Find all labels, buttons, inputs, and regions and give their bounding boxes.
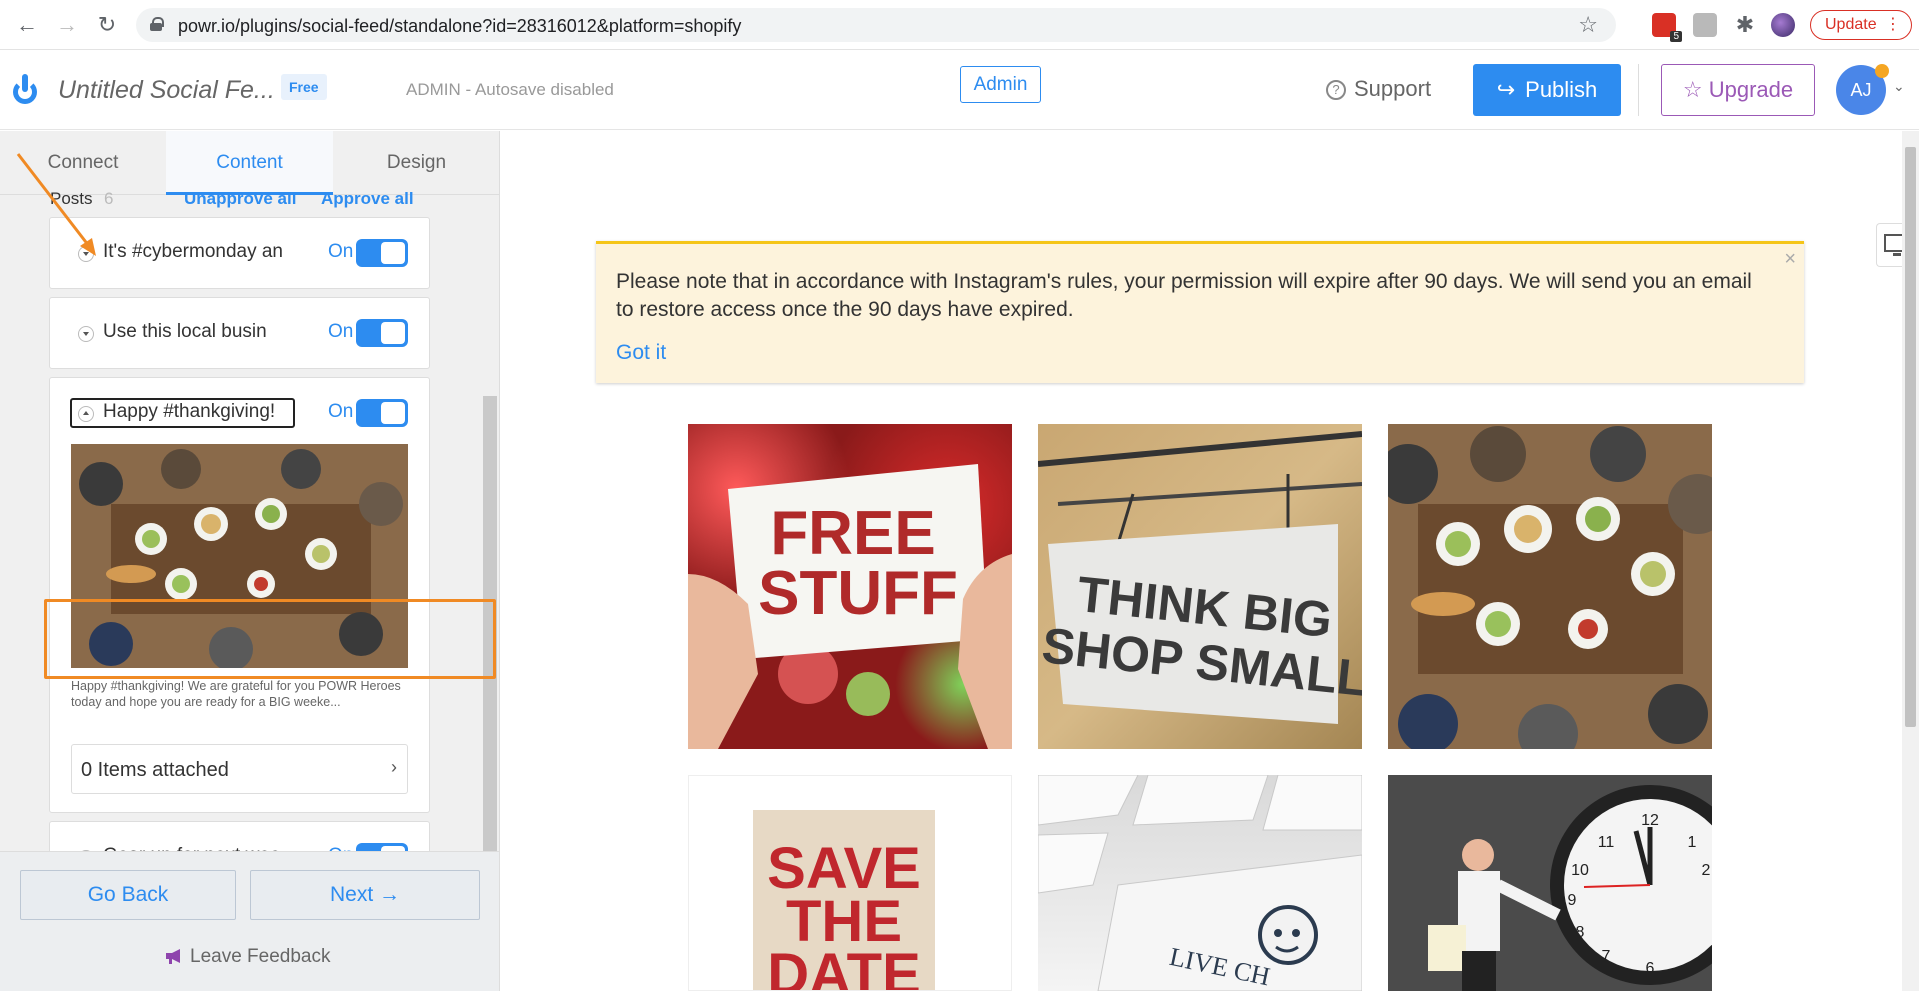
feed-post-tile[interactable]: FREE STUFF bbox=[688, 424, 1012, 749]
back-arrow-icon[interactable]: ← bbox=[14, 12, 40, 38]
chevron-up-icon[interactable] bbox=[78, 406, 94, 422]
url-text[interactable]: powr.io/plugins/social-feed/standalone?i… bbox=[178, 16, 741, 37]
tab-design[interactable]: Design bbox=[333, 131, 499, 195]
instagram-notice: Please note that in accordance with Inst… bbox=[596, 241, 1804, 383]
tile-text: DATE bbox=[767, 942, 921, 991]
support-button[interactable]: ? Support bbox=[1326, 76, 1431, 102]
lock-icon bbox=[150, 17, 164, 31]
extension-icon[interactable]: 5 bbox=[1652, 13, 1682, 42]
bookmark-star-icon[interactable]: ☆ bbox=[1578, 12, 1598, 38]
feed-post-tile[interactable]: 12 11 10 9 8 7 6 1 2 bbox=[1388, 775, 1712, 991]
svg-text:10: 10 bbox=[1571, 862, 1589, 879]
app-header: Untitled Social Fe... Free ADMIN - Autos… bbox=[0, 50, 1919, 130]
post-title: It's #cybermonday an bbox=[103, 241, 283, 262]
feed-post-tile[interactable]: THINK BIG SHOP SMALL bbox=[1038, 424, 1362, 749]
post-item: It's #cybermonday an On bbox=[49, 217, 430, 289]
extension-icon[interactable] bbox=[1693, 13, 1717, 37]
post-item: Use this local busin On bbox=[49, 297, 430, 369]
post-header[interactable]: Use this local busin On bbox=[70, 318, 415, 348]
publish-label: Publish bbox=[1525, 77, 1598, 102]
star-icon: ☆ bbox=[1682, 77, 1709, 102]
close-icon[interactable]: × bbox=[1784, 248, 1796, 271]
puzzle-icon[interactable]: ✱ bbox=[1733, 13, 1757, 37]
address-bar[interactable]: powr.io/plugins/social-feed/standalone?i… bbox=[136, 8, 1616, 42]
annotation-highlight-box bbox=[44, 599, 496, 679]
chevron-right-icon: › bbox=[391, 757, 397, 777]
approve-toggle[interactable] bbox=[356, 319, 408, 347]
svg-text:1: 1 bbox=[1688, 834, 1697, 851]
powr-logo-icon[interactable] bbox=[13, 74, 37, 104]
items-attached-row[interactable]: 0 Items attached › bbox=[71, 744, 408, 794]
share-arrow-icon: ↪ bbox=[1496, 77, 1516, 102]
leave-feedback-link[interactable]: Leave Feedback bbox=[164, 946, 331, 968]
got-it-link[interactable]: Got it bbox=[616, 341, 666, 365]
svg-text:2: 2 bbox=[1702, 862, 1711, 879]
posts-count: 6 bbox=[104, 189, 114, 208]
tab-content[interactable]: Content bbox=[166, 131, 333, 195]
svg-text:11: 11 bbox=[1598, 834, 1615, 851]
feed-post-tile[interactable]: SAVE THE DATE bbox=[688, 775, 1012, 991]
upgrade-label: Upgrade bbox=[1708, 77, 1794, 102]
svg-text:6: 6 bbox=[1646, 960, 1655, 977]
approve-all-link[interactable]: Approve all bbox=[321, 189, 414, 209]
next-button[interactable]: Next → bbox=[250, 870, 480, 920]
post-title: Use this local busin bbox=[103, 321, 267, 342]
profile-icon[interactable] bbox=[1771, 13, 1795, 37]
approve-toggle[interactable] bbox=[356, 399, 408, 427]
tile-text: FREE bbox=[770, 499, 935, 568]
annotation-arrow-icon bbox=[16, 153, 96, 256]
update-label: Update bbox=[1825, 16, 1877, 33]
megaphone-icon bbox=[166, 949, 180, 964]
editor-sidebar: Connect Content Design Posts 6 Unapprove… bbox=[0, 131, 500, 991]
post-header[interactable]: It's #cybermonday an On bbox=[70, 238, 415, 268]
sidebar-footer: Go Back Next → Leave Feedback bbox=[0, 851, 499, 991]
tile-text: STUFF bbox=[758, 559, 958, 628]
forward-arrow-icon[interactable]: → bbox=[54, 12, 80, 38]
feedback-label: Leave Feedback bbox=[190, 946, 331, 967]
unapprove-all-link[interactable]: Unapprove all bbox=[184, 189, 296, 209]
posts-header: Posts 6 Unapprove all Approve all bbox=[50, 189, 450, 211]
update-button[interactable]: Update ⋮ bbox=[1810, 10, 1912, 40]
svg-text:8: 8 bbox=[1576, 924, 1585, 941]
upgrade-button[interactable]: ☆ Upgrade bbox=[1661, 64, 1815, 116]
svg-text:12: 12 bbox=[1641, 812, 1659, 829]
divider bbox=[1638, 64, 1639, 116]
reload-icon[interactable]: ↻ bbox=[94, 12, 120, 38]
post-item-expanded: Happy #thankgiving! On Happy #thankgivin… bbox=[49, 377, 430, 813]
chevron-down-icon[interactable]: ⌄ bbox=[1893, 78, 1905, 95]
post-description: Happy #thankgiving! We are grateful for … bbox=[71, 679, 401, 709]
feed-post-tile[interactable] bbox=[1388, 424, 1712, 749]
publish-button[interactable]: ↪ Publish bbox=[1473, 64, 1621, 116]
post-header[interactable]: Happy #thankgiving! On bbox=[70, 398, 415, 428]
extension-badge: 5 bbox=[1670, 31, 1682, 42]
toggle-label: On bbox=[328, 241, 354, 262]
plan-badge: Free bbox=[281, 74, 327, 100]
autosave-status: ADMIN - Autosave disabled bbox=[406, 80, 614, 99]
approve-toggle[interactable] bbox=[356, 239, 408, 267]
post-title: Happy #thankgiving! bbox=[103, 401, 276, 422]
feed-post-tile[interactable]: LIVE CH bbox=[1038, 775, 1362, 991]
help-icon: ? bbox=[1326, 80, 1346, 100]
chevron-down-icon[interactable] bbox=[78, 326, 94, 342]
notification-dot bbox=[1875, 64, 1889, 78]
browser-toolbar: ← → ↻ powr.io/plugins/social-feed/standa… bbox=[0, 0, 1919, 50]
svg-text:9: 9 bbox=[1568, 892, 1577, 909]
items-attached-label: 0 Items attached bbox=[81, 759, 229, 781]
svg-text:7: 7 bbox=[1602, 948, 1611, 965]
go-back-button[interactable]: Go Back bbox=[20, 870, 236, 920]
preview-scrollbar[interactable] bbox=[1902, 131, 1919, 991]
support-label: Support bbox=[1354, 76, 1432, 101]
more-icon: ⋮ bbox=[1885, 16, 1901, 33]
notice-text: Please note that in accordance with Inst… bbox=[616, 270, 1752, 321]
toggle-label: On bbox=[328, 401, 354, 422]
admin-button[interactable]: Admin bbox=[960, 66, 1041, 103]
app-title[interactable]: Untitled Social Fe... bbox=[58, 76, 275, 105]
toggle-label: On bbox=[328, 321, 354, 342]
